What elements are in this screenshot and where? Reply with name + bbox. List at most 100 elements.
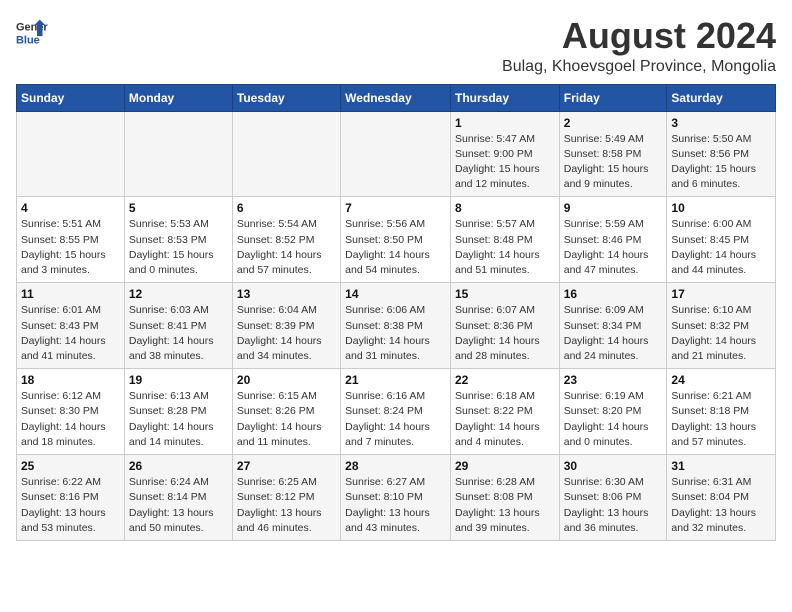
day-detail: Sunrise: 6:27 AM Sunset: 8:10 PM Dayligh…: [345, 475, 446, 536]
day-number: 16: [564, 287, 663, 301]
day-number: 6: [237, 201, 336, 215]
day-detail: Sunrise: 6:15 AM Sunset: 8:26 PM Dayligh…: [237, 389, 336, 450]
day-detail: Sunrise: 6:28 AM Sunset: 8:08 PM Dayligh…: [455, 475, 555, 536]
week-row-3: 11 Sunrise: 6:01 AM Sunset: 8:43 PM Dayli…: [17, 283, 776, 369]
day-detail: Sunrise: 6:31 AM Sunset: 8:04 PM Dayligh…: [671, 475, 771, 536]
day-detail: Sunrise: 6:25 AM Sunset: 8:12 PM Dayligh…: [237, 475, 336, 536]
day-detail: Sunrise: 5:56 AM Sunset: 8:50 PM Dayligh…: [345, 217, 446, 278]
day-number: 10: [671, 201, 771, 215]
header-cell-friday: Friday: [559, 84, 667, 111]
header-cell-wednesday: Wednesday: [341, 84, 451, 111]
day-number: 31: [671, 459, 771, 473]
day-detail: Sunrise: 5:47 AM Sunset: 9:00 PM Dayligh…: [455, 132, 555, 193]
location-title: Bulag, Khoevsgoel Province, Mongolia: [502, 58, 776, 76]
day-detail: Sunrise: 6:06 AM Sunset: 8:38 PM Dayligh…: [345, 303, 446, 364]
day-number: 9: [564, 201, 663, 215]
day-detail: Sunrise: 6:24 AM Sunset: 8:14 PM Dayligh…: [129, 475, 228, 536]
day-number: 25: [21, 459, 120, 473]
day-cell: [341, 111, 451, 197]
day-cell: 1 Sunrise: 5:47 AM Sunset: 9:00 PM Daylig…: [450, 111, 559, 197]
day-number: 4: [21, 201, 120, 215]
day-detail: Sunrise: 6:01 AM Sunset: 8:43 PM Dayligh…: [21, 303, 120, 364]
header-cell-tuesday: Tuesday: [232, 84, 340, 111]
day-detail: Sunrise: 5:57 AM Sunset: 8:48 PM Dayligh…: [455, 217, 555, 278]
day-detail: Sunrise: 6:18 AM Sunset: 8:22 PM Dayligh…: [455, 389, 555, 450]
day-number: 27: [237, 459, 336, 473]
week-row-2: 4Sunrise: 5:51 AM Sunset: 8:55 PM Daylig…: [17, 197, 776, 283]
day-cell: 7 Sunrise: 5:56 AM Sunset: 8:50 PM Daylig…: [341, 197, 451, 283]
day-cell: 30 Sunrise: 6:30 AM Sunset: 8:06 PM Dayli…: [559, 455, 667, 541]
day-number: 28: [345, 459, 446, 473]
day-cell: 13 Sunrise: 6:04 AM Sunset: 8:39 PM Dayli…: [232, 283, 340, 369]
day-cell: 20 Sunrise: 6:15 AM Sunset: 8:26 PM Dayli…: [232, 369, 340, 455]
day-number: 26: [129, 459, 228, 473]
day-number: 3: [671, 116, 771, 130]
day-number: 30: [564, 459, 663, 473]
day-number: 5: [129, 201, 228, 215]
day-cell: 24Sunrise: 6:21 AM Sunset: 8:18 PM Dayli…: [667, 369, 776, 455]
calendar-body: 1 Sunrise: 5:47 AM Sunset: 9:00 PM Daylig…: [17, 111, 776, 540]
day-number: 15: [455, 287, 555, 301]
day-detail: Sunrise: 6:12 AM Sunset: 8:30 PM Dayligh…: [21, 389, 120, 450]
day-cell: 16Sunrise: 6:09 AM Sunset: 8:34 PM Dayli…: [559, 283, 667, 369]
day-detail: Sunrise: 6:00 AM Sunset: 8:45 PM Dayligh…: [671, 217, 771, 278]
day-number: 13: [237, 287, 336, 301]
day-cell: 28 Sunrise: 6:27 AM Sunset: 8:10 PM Dayli…: [341, 455, 451, 541]
day-detail: Sunrise: 5:54 AM Sunset: 8:52 PM Dayligh…: [237, 217, 336, 278]
day-detail: Sunrise: 6:30 AM Sunset: 8:06 PM Dayligh…: [564, 475, 663, 536]
day-number: 23: [564, 373, 663, 387]
day-detail: Sunrise: 6:22 AM Sunset: 8:16 PM Dayligh…: [21, 475, 120, 536]
day-number: 22: [455, 373, 555, 387]
day-cell: 10 Sunrise: 6:00 AM Sunset: 8:45 PM Dayli…: [667, 197, 776, 283]
title-block: August 2024 Bulag, Khoevsgoel Province, …: [502, 16, 776, 76]
day-cell: 21Sunrise: 6:16 AM Sunset: 8:24 PM Dayli…: [341, 369, 451, 455]
day-number: 12: [129, 287, 228, 301]
day-number: 20: [237, 373, 336, 387]
day-cell: 31 Sunrise: 6:31 AM Sunset: 8:04 PM Dayli…: [667, 455, 776, 541]
day-number: 21: [345, 373, 446, 387]
day-cell: 29 Sunrise: 6:28 AM Sunset: 8:08 PM Dayli…: [450, 455, 559, 541]
month-title: August 2024: [502, 16, 776, 56]
day-cell: [124, 111, 232, 197]
day-cell: [232, 111, 340, 197]
day-cell: [17, 111, 125, 197]
day-detail: Sunrise: 6:03 AM Sunset: 8:41 PM Dayligh…: [129, 303, 228, 364]
week-row-4: 18Sunrise: 6:12 AM Sunset: 8:30 PM Dayli…: [17, 369, 776, 455]
day-detail: Sunrise: 6:04 AM Sunset: 8:39 PM Dayligh…: [237, 303, 336, 364]
day-cell: 26 Sunrise: 6:24 AM Sunset: 8:14 PM Dayli…: [124, 455, 232, 541]
day-number: 1: [455, 116, 555, 130]
day-cell: 12 Sunrise: 6:03 AM Sunset: 8:41 PM Dayli…: [124, 283, 232, 369]
day-cell: 25 Sunrise: 6:22 AM Sunset: 8:16 PM Dayli…: [17, 455, 125, 541]
header-cell-sunday: Sunday: [17, 84, 125, 111]
logo-icon: GeneralBlue: [16, 16, 48, 48]
header-cell-saturday: Saturday: [667, 84, 776, 111]
day-cell: 8Sunrise: 5:57 AM Sunset: 8:48 PM Daylig…: [450, 197, 559, 283]
day-detail: Sunrise: 5:50 AM Sunset: 8:56 PM Dayligh…: [671, 132, 771, 193]
day-cell: 2 Sunrise: 5:49 AM Sunset: 8:58 PM Daylig…: [559, 111, 667, 197]
calendar-table: SundayMondayTuesdayWednesdayThursdayFrid…: [16, 84, 776, 541]
day-detail: Sunrise: 6:10 AM Sunset: 8:32 PM Dayligh…: [671, 303, 771, 364]
day-detail: Sunrise: 6:13 AM Sunset: 8:28 PM Dayligh…: [129, 389, 228, 450]
week-row-1: 1 Sunrise: 5:47 AM Sunset: 9:00 PM Daylig…: [17, 111, 776, 197]
week-row-5: 25 Sunrise: 6:22 AM Sunset: 8:16 PM Dayli…: [17, 455, 776, 541]
day-cell: 22 Sunrise: 6:18 AM Sunset: 8:22 PM Dayli…: [450, 369, 559, 455]
header-cell-thursday: Thursday: [450, 84, 559, 111]
day-cell: 11 Sunrise: 6:01 AM Sunset: 8:43 PM Dayli…: [17, 283, 125, 369]
day-number: 2: [564, 116, 663, 130]
day-cell: 6 Sunrise: 5:54 AM Sunset: 8:52 PM Daylig…: [232, 197, 340, 283]
header-cell-monday: Monday: [124, 84, 232, 111]
day-cell: 4Sunrise: 5:51 AM Sunset: 8:55 PM Daylig…: [17, 197, 125, 283]
day-cell: 9 Sunrise: 5:59 AM Sunset: 8:46 PM Daylig…: [559, 197, 667, 283]
calendar-header: SundayMondayTuesdayWednesdayThursdayFrid…: [17, 84, 776, 111]
page-header: GeneralBlue August 2024 Bulag, Khoevsgoe…: [16, 16, 776, 76]
day-detail: Sunrise: 5:53 AM Sunset: 8:53 PM Dayligh…: [129, 217, 228, 278]
day-cell: 17Sunrise: 6:10 AM Sunset: 8:32 PM Dayli…: [667, 283, 776, 369]
day-cell: 23Sunrise: 6:19 AM Sunset: 8:20 PM Dayli…: [559, 369, 667, 455]
day-detail: Sunrise: 5:49 AM Sunset: 8:58 PM Dayligh…: [564, 132, 663, 193]
day-number: 11: [21, 287, 120, 301]
day-detail: Sunrise: 5:59 AM Sunset: 8:46 PM Dayligh…: [564, 217, 663, 278]
day-number: 7: [345, 201, 446, 215]
day-cell: 15Sunrise: 6:07 AM Sunset: 8:36 PM Dayli…: [450, 283, 559, 369]
day-cell: 19Sunrise: 6:13 AM Sunset: 8:28 PM Dayli…: [124, 369, 232, 455]
day-number: 29: [455, 459, 555, 473]
